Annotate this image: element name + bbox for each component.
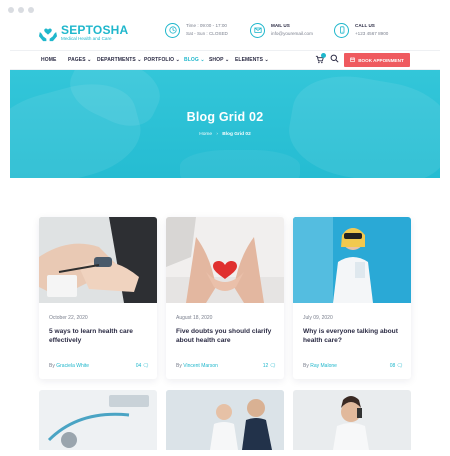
brand-name: SEPTOSHA bbox=[61, 23, 129, 38]
breadcrumb-home[interactable]: Home bbox=[199, 132, 212, 137]
chevron-down-icon: ⌄ bbox=[87, 57, 92, 63]
comment-icon: 🗨 bbox=[142, 363, 149, 369]
mail-icon bbox=[250, 22, 265, 38]
chevron-down-icon: ⌄ bbox=[200, 57, 205, 63]
post-title[interactable]: 5 ways to learn health care effectively bbox=[49, 328, 149, 345]
chevron-down-icon: ⌄ bbox=[264, 57, 269, 63]
post-image-doctors[interactable] bbox=[166, 390, 284, 450]
post-image-doctor-vr[interactable] bbox=[293, 217, 411, 303]
comment-icon: 🗨 bbox=[396, 363, 403, 369]
phone-number[interactable]: +123 4567 8900 bbox=[355, 30, 388, 38]
post-image-stethoscope[interactable] bbox=[39, 390, 157, 450]
opening-hours: Time : 09:00 - 17:00 Sat - Sun : CLOSED bbox=[165, 22, 228, 38]
brand-tagline: Medical Health and Care bbox=[61, 36, 112, 42]
cart-icon[interactable] bbox=[315, 53, 326, 66]
page-hero: Blog Grid 02 Home › Blog Grid 02 bbox=[10, 70, 440, 178]
hero-hands-illustration bbox=[282, 70, 440, 178]
page-title: Blog Grid 02 bbox=[186, 110, 264, 124]
nav-item-home[interactable]: HOME bbox=[41, 57, 56, 63]
window-dot[interactable] bbox=[8, 7, 14, 13]
post-author[interactable]: Ray Malone bbox=[310, 363, 337, 369]
phone-icon bbox=[334, 22, 349, 38]
search-icon[interactable] bbox=[330, 54, 339, 65]
phone-contact: CALL US +123 4567 8900 bbox=[334, 22, 388, 38]
post-meta: By Vincent Marson 12 🗨 bbox=[176, 363, 276, 369]
nav-item-shop[interactable]: SHOP ⌄ bbox=[209, 57, 229, 63]
comment-count[interactable]: 04 🗨 bbox=[136, 363, 149, 369]
post-image-doctor-phone[interactable] bbox=[293, 390, 411, 450]
chevron-down-icon: ⌄ bbox=[224, 57, 230, 63]
post-author[interactable]: Graciela White bbox=[56, 363, 89, 369]
comment-count[interactable]: 12 🗨 bbox=[263, 363, 276, 369]
blog-card[interactable]: July 09, 2020 Why is everyone talking ab… bbox=[293, 217, 411, 379]
nav-item-blog[interactable]: BLOG ⌄ bbox=[184, 57, 205, 63]
post-title[interactable]: Why is everyone talking about health car… bbox=[303, 328, 403, 345]
nav-item-pages[interactable]: PAGES ⌄ bbox=[68, 57, 91, 63]
post-image-blood-pressure[interactable] bbox=[39, 217, 157, 303]
hands-heart-icon bbox=[39, 28, 57, 42]
post-title[interactable]: Five doubts you should clarify about hea… bbox=[176, 328, 276, 345]
breadcrumb: Home › Blog Grid 02 bbox=[10, 131, 440, 137]
nav-item-portfolio[interactable]: PORTFOLIO ⌄ bbox=[144, 57, 180, 63]
comment-count[interactable]: 08 🗨 bbox=[390, 363, 403, 369]
post-meta: By Ray Malone 08 🗨 bbox=[303, 363, 403, 369]
breadcrumb-current: Blog Grid 02 bbox=[222, 132, 251, 137]
breadcrumb-separator-icon: › bbox=[216, 131, 218, 136]
mail-label: MAIL US bbox=[271, 23, 290, 28]
mail-contact: MAIL US info@youremail.com bbox=[250, 22, 313, 38]
post-image-heart-hands[interactable] bbox=[166, 217, 284, 303]
post-author[interactable]: Vincent Marson bbox=[183, 363, 218, 369]
window-dot[interactable] bbox=[28, 7, 34, 13]
chevron-down-icon: ⌄ bbox=[175, 57, 180, 63]
hero-clipboard-illustration bbox=[180, 150, 300, 178]
main-nav: HOME PAGES ⌄ DEPARTMENTS ⌄ PORTFOLIO ⌄ B… bbox=[10, 50, 440, 70]
phone-label: CALL US bbox=[355, 23, 375, 28]
book-appointment-label: BOOK APPOINMENT bbox=[358, 57, 404, 63]
nav-item-elements[interactable]: ELEMENTS ⌄ bbox=[235, 57, 269, 63]
cart-badge bbox=[321, 53, 326, 58]
post-date: October 22, 2020 bbox=[49, 315, 88, 321]
nav-item-departments[interactable]: DEPARTMENTS ⌄ bbox=[97, 57, 142, 63]
post-date: August 18, 2020 bbox=[176, 315, 213, 321]
site-logo[interactable]: SEPTOSHA Medical Health and Care bbox=[38, 24, 128, 42]
comment-icon: 🗨 bbox=[269, 363, 276, 369]
calendar-icon bbox=[350, 57, 356, 64]
page-frame: SEPTOSHA Medical Health and Care Time : … bbox=[10, 16, 440, 456]
window-dot[interactable] bbox=[18, 7, 24, 13]
hours-weekend: Sat - Sun : CLOSED bbox=[186, 31, 228, 36]
chevron-down-icon: ⌄ bbox=[137, 57, 142, 63]
blog-card[interactable]: August 18, 2020 Five doubts you should c… bbox=[166, 217, 284, 379]
blog-card[interactable]: October 22, 2020 5 ways to learn health … bbox=[39, 217, 157, 379]
mail-address[interactable]: info@youremail.com bbox=[271, 30, 313, 38]
post-meta: By Graciela White 04 🗨 bbox=[49, 363, 149, 369]
post-date: July 09, 2020 bbox=[303, 315, 333, 321]
clock-icon bbox=[165, 22, 180, 38]
hours-weekday: Time : 09:00 - 17:00 bbox=[186, 23, 227, 28]
book-appointment-button[interactable]: BOOK APPOINMENT bbox=[344, 53, 410, 67]
